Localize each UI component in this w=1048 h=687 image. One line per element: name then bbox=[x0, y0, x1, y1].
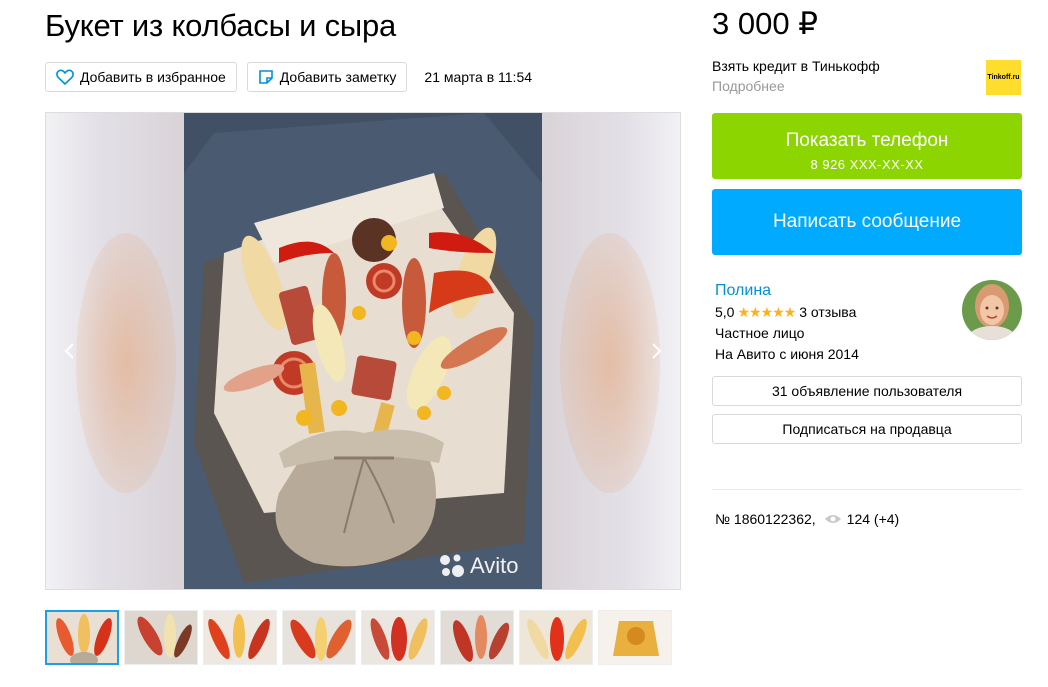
add-to-favorites-button[interactable]: Добавить в избранное bbox=[45, 62, 237, 92]
rating-stars-icon: ★★★★★ bbox=[737, 304, 796, 320]
thumbnail-8[interactable] bbox=[598, 610, 672, 665]
seller-since: На Авито с июня 2014 bbox=[715, 346, 859, 362]
show-phone-label: Показать телефон bbox=[785, 130, 949, 151]
add-note-button[interactable]: Добавить заметку bbox=[246, 62, 408, 92]
listing-meta: № 1860122362, 124 (+4) bbox=[715, 511, 899, 527]
avito-watermark: Avito bbox=[438, 553, 519, 579]
publish-date: 21 марта в 11:54 bbox=[424, 69, 533, 85]
thumbnail-5[interactable] bbox=[361, 610, 435, 665]
seller-type: Частное лицо bbox=[715, 325, 805, 341]
credit-offer[interactable]: Взять кредит в Тинькофф Подробнее bbox=[712, 58, 880, 94]
heart-icon bbox=[56, 69, 74, 85]
listing-actions: Добавить в избранное Добавить заметку 21… bbox=[45, 62, 532, 92]
user-ads-button[interactable]: 31 объявление пользователя bbox=[712, 376, 1022, 406]
seller-rating-row: 5,0 ★★★★★ 3 отзыва bbox=[715, 302, 859, 323]
divider bbox=[712, 489, 1022, 490]
thumbnail-strip bbox=[45, 610, 677, 665]
thumbnail-1[interactable] bbox=[45, 610, 119, 665]
photo-gallery[interactable]: Avito bbox=[45, 112, 681, 590]
seller-name-link[interactable]: Полина bbox=[715, 280, 859, 301]
thumbnail-6[interactable] bbox=[440, 610, 514, 665]
credit-title[interactable]: Взять кредит в Тинькофф bbox=[712, 58, 880, 74]
seller-avatar[interactable] bbox=[962, 280, 1022, 340]
avito-watermark-text: Avito bbox=[470, 553, 519, 578]
note-icon bbox=[258, 70, 273, 84]
avito-logo-icon bbox=[440, 554, 464, 577]
add-note-label: Добавить заметку bbox=[279, 69, 397, 85]
chevron-right-icon[interactable] bbox=[646, 341, 666, 361]
eye-icon bbox=[824, 515, 841, 523]
credit-more-link[interactable]: Подробнее bbox=[712, 78, 880, 94]
main-photo[interactable] bbox=[184, 113, 542, 590]
seller-reviews-link[interactable]: 3 отзыва bbox=[799, 304, 856, 320]
chevron-left-icon[interactable] bbox=[60, 341, 80, 361]
seller-info: Полина 5,0 ★★★★★ 3 отзыва Частное лицо На … bbox=[715, 280, 859, 365]
thumbnail-3[interactable] bbox=[203, 610, 277, 665]
show-phone-button[interactable]: Показать телефон 8 926 XXX-XX-XX bbox=[712, 113, 1022, 179]
tinkoff-logo-text: Tinkoff.ru bbox=[987, 74, 1020, 81]
thumbnail-7[interactable] bbox=[519, 610, 593, 665]
add-to-favorites-label: Добавить в избранное bbox=[80, 69, 226, 85]
listing-number: № 1860122362, bbox=[715, 511, 816, 527]
thumbnail-4[interactable] bbox=[282, 610, 356, 665]
phone-masked: 8 926 XXX-XX-XX bbox=[810, 157, 924, 172]
views-count: 124 (+4) bbox=[846, 511, 900, 527]
write-message-button[interactable]: Написать сообщение bbox=[712, 189, 1022, 255]
tinkoff-logo: Tinkoff.ru bbox=[986, 60, 1021, 95]
subscribe-seller-button[interactable]: Подписаться на продавца bbox=[712, 414, 1022, 444]
seller-rating: 5,0 bbox=[715, 304, 735, 320]
listing-title: Букет из колбасы и сыра bbox=[45, 8, 397, 43]
price: 3 000 ₽ bbox=[712, 6, 818, 41]
thumbnail-2[interactable] bbox=[124, 610, 198, 665]
